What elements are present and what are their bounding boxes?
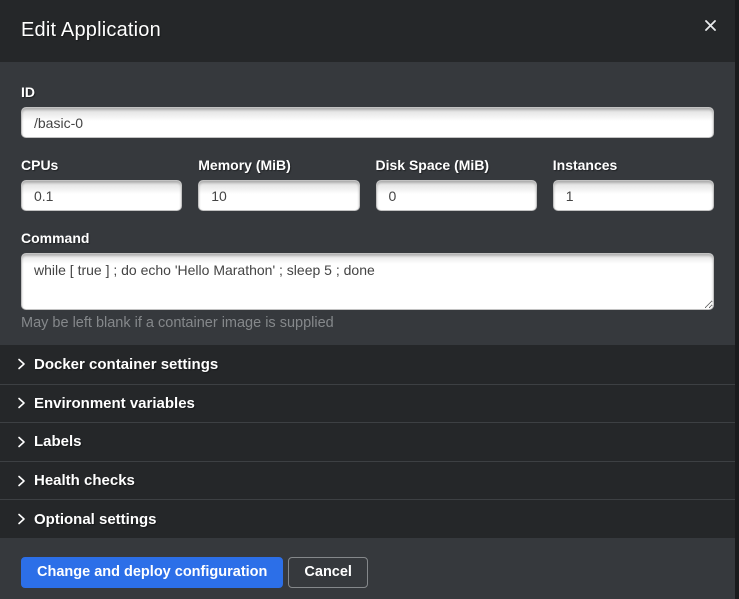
memory-label: Memory (MiB) [198,157,359,173]
change-and-deploy-button[interactable]: Change and deploy configuration [21,557,283,588]
modal-header: Edit Application [0,0,735,62]
section-health-checks[interactable]: Health checks [0,461,735,500]
id-input[interactable] [21,107,714,138]
chevron-right-icon [17,397,26,409]
section-environment-variables[interactable]: Environment variables [0,384,735,423]
section-labels[interactable]: Labels [0,422,735,461]
modal-title: Edit Application [21,19,714,42]
memory-field-group: Memory (MiB) [198,157,359,211]
resource-fields-row: CPUs Memory (MiB) Disk Space (MiB) Insta… [21,157,714,211]
edit-application-modal: Edit Application ID CPUs Memory (MiB) [0,0,735,599]
close-button[interactable] [699,14,721,36]
id-label: ID [21,84,714,100]
instances-input[interactable] [553,180,714,211]
chevron-right-icon [17,358,26,370]
section-label: Health checks [34,472,135,489]
disk-space-label: Disk Space (MiB) [376,157,537,173]
chevron-right-icon [17,513,26,525]
disk-space-input[interactable] [376,180,537,211]
command-textarea[interactable]: while [ true ] ; do echo 'Hello Marathon… [21,253,714,310]
section-label: Environment variables [34,395,195,412]
cancel-button[interactable]: Cancel [288,557,368,588]
disk-space-field-group: Disk Space (MiB) [376,157,537,211]
close-icon [705,20,716,31]
section-optional-settings[interactable]: Optional settings [0,499,735,538]
instances-field-group: Instances [553,157,714,211]
chevron-right-icon [17,475,26,487]
cpus-field-group: CPUs [21,157,182,211]
section-label: Optional settings [34,511,157,528]
section-docker-container-settings[interactable]: Docker container settings [0,345,735,384]
id-field-group: ID [21,84,714,138]
instances-label: Instances [553,157,714,173]
command-help-text: May be left blank if a container image i… [21,315,714,331]
section-label: Docker container settings [34,356,218,373]
collapsible-sections: Docker container settings Environment va… [0,345,735,538]
cpus-label: CPUs [21,157,182,173]
command-label: Command [21,230,714,246]
memory-input[interactable] [198,180,359,211]
cpus-input[interactable] [21,180,182,211]
chevron-right-icon [17,436,26,448]
modal-footer: Change and deploy configuration Cancel [0,538,735,599]
application-form: ID CPUs Memory (MiB) Disk Space (MiB) In… [0,62,735,345]
section-label: Labels [34,433,82,450]
command-field-group: Command while [ true ] ; do echo 'Hello … [21,230,714,331]
